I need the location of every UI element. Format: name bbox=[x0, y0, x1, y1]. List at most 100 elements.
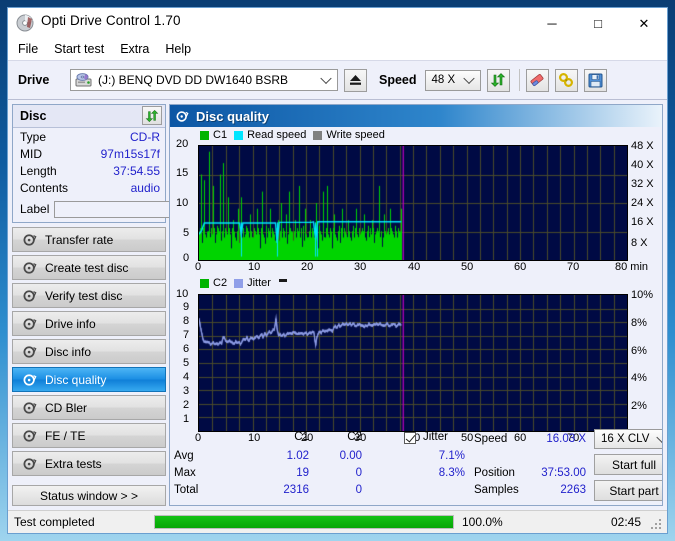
legend-swatch-jitter bbox=[234, 278, 244, 288]
sidebar-item-drive-info[interactable]: Drive info bbox=[12, 311, 166, 336]
maximize-button[interactable]: □ bbox=[575, 8, 621, 38]
chart2-ytick-left: 5 bbox=[183, 357, 190, 369]
stats-samples-value: 2263 bbox=[560, 484, 586, 496]
erase-button[interactable] bbox=[525, 68, 549, 92]
disc-quality-panel: Disc quality C1 Read speed Write speed 2… bbox=[169, 104, 663, 506]
chart1-ytick-right: 16 X bbox=[631, 216, 654, 228]
chart2-ytick-right: 6% bbox=[631, 345, 647, 357]
maximize-icon: □ bbox=[594, 15, 602, 31]
stats-c2-max: 0 bbox=[355, 467, 362, 479]
stats-c1-max: 19 bbox=[296, 467, 309, 479]
start-full-button[interactable]: Start full bbox=[594, 454, 662, 475]
status-text: Test completed bbox=[14, 515, 95, 529]
chevron-down-icon bbox=[462, 72, 475, 85]
sidebar-item-cd-bler[interactable]: CD Bler bbox=[12, 395, 166, 420]
chart1-ytick-left: 5 bbox=[183, 227, 190, 239]
disc-test-icon bbox=[20, 317, 40, 331]
progress-bar-fill bbox=[155, 516, 453, 528]
sidebar-item-disc-info[interactable]: Disc info bbox=[12, 339, 166, 364]
legend-label-read-speed: Read speed bbox=[247, 129, 307, 141]
bookmark-button[interactable] bbox=[554, 68, 578, 92]
stats-samples-label: Samples bbox=[474, 484, 519, 496]
stats-c1-avg: 1.02 bbox=[286, 450, 309, 462]
chart1-xtick: 70 bbox=[567, 261, 580, 273]
sidebar-item-verify-test-disc[interactable]: Verify test disc bbox=[12, 283, 166, 308]
stats-col-c1: C1 bbox=[294, 431, 309, 443]
sidebar-item-transfer-rate[interactable]: Transfer rate bbox=[12, 227, 166, 252]
disc-row-value: CD-R bbox=[130, 129, 160, 144]
drive-select[interactable]: (J:) BENQ DVD DD DW1640 BSRB bbox=[70, 69, 338, 91]
app-icon bbox=[16, 14, 34, 32]
charts-area: C1 Read speed Write speed 20 15 10 5 0 4… bbox=[170, 127, 662, 505]
legend-label-jitter: Jitter bbox=[247, 277, 271, 289]
refresh-icon bbox=[490, 73, 506, 87]
chart2-ytick-left: 4 bbox=[183, 371, 190, 383]
menu-item-file[interactable]: File bbox=[18, 42, 38, 56]
panel-header: Disc quality bbox=[170, 105, 662, 127]
progress-bar-track bbox=[154, 515, 454, 529]
disc-row-mid: MID 97m15s17f bbox=[13, 145, 165, 162]
menu-item-extra[interactable]: Extra bbox=[120, 42, 149, 56]
sidebar-nav-list: Transfer rate Create test disc Verify te… bbox=[12, 227, 166, 476]
sidebar-item-label: Disc quality bbox=[45, 372, 107, 387]
disc-test-icon bbox=[20, 401, 40, 415]
stats-c1-total: 2316 bbox=[283, 484, 309, 496]
refresh-icon bbox=[145, 109, 159, 122]
stats-row-total: Total bbox=[174, 484, 199, 496]
sidebar-item-label: CD Bler bbox=[45, 400, 88, 415]
speed-select[interactable]: 48 X bbox=[424, 69, 481, 91]
chart2-ytick-left: 8 bbox=[183, 315, 190, 327]
legend-swatch-c1 bbox=[200, 130, 209, 140]
elapsed-time: 02:45 bbox=[610, 515, 641, 529]
write-mode-select[interactable]: 16 X CLV bbox=[594, 429, 662, 449]
minimize-icon: ─ bbox=[547, 15, 557, 31]
drive-toolbar: Drive (J:) BENQ DVD DD DW1640 BSRB Speed… bbox=[8, 60, 667, 100]
minimize-button[interactable]: ─ bbox=[529, 8, 575, 38]
sidebar-item-label: Drive info bbox=[45, 316, 96, 331]
chart1-plot bbox=[198, 145, 628, 261]
disc-refresh-button[interactable] bbox=[142, 106, 162, 125]
sidebar-item-disc-quality[interactable]: Disc quality bbox=[12, 367, 166, 392]
stats-speed-label: Speed bbox=[474, 433, 508, 445]
disc-row-key: Length bbox=[20, 163, 57, 178]
progress-percent: 100.0% bbox=[462, 515, 503, 529]
disc-row-key: MID bbox=[20, 146, 42, 161]
disc-row-type: Type CD-R bbox=[13, 128, 165, 145]
sidebar-item-extra-tests[interactable]: Extra tests bbox=[12, 451, 166, 476]
chart1-xtick: 60 bbox=[514, 261, 527, 273]
chart1-xtick: 30 bbox=[354, 261, 367, 273]
chart1-ytick-left: 10 bbox=[176, 197, 189, 209]
title-bar: Opti Drive Control 1.70 ─ □ ✕ bbox=[8, 8, 667, 38]
chart1-ytick-left: 15 bbox=[176, 167, 189, 179]
resize-grip[interactable] bbox=[651, 519, 662, 530]
chart1-canvas bbox=[199, 146, 627, 260]
sidebar-item-label: Transfer rate bbox=[45, 232, 114, 247]
write-mode-value: 16 X CLV bbox=[601, 433, 650, 445]
start-part-label: Start part bbox=[609, 483, 659, 498]
chain-link-icon bbox=[559, 72, 574, 88]
chart1-ytick-right: 32 X bbox=[631, 178, 654, 190]
menu-item-start-test[interactable]: Start test bbox=[54, 42, 104, 56]
refresh-button[interactable] bbox=[486, 68, 510, 92]
disc-test-icon bbox=[20, 457, 40, 471]
stats-c2-total: 0 bbox=[355, 484, 362, 496]
close-button[interactable]: ✕ bbox=[621, 8, 667, 38]
start-part-button[interactable]: Start part bbox=[594, 480, 662, 501]
disc-test-icon bbox=[20, 429, 40, 443]
disc-row-value: 97m15s17f bbox=[100, 146, 160, 161]
save-button[interactable] bbox=[583, 68, 607, 92]
sidebar-item-create-test-disc[interactable]: Create test disc bbox=[12, 255, 166, 280]
jitter-checkbox[interactable] bbox=[404, 432, 416, 444]
menu-item-help[interactable]: Help bbox=[165, 42, 191, 56]
status-window-button[interactable]: Status window > > bbox=[12, 485, 166, 506]
chart2-ytick-right: 10% bbox=[631, 289, 654, 301]
sidebar-item-fe-te[interactable]: FE / TE bbox=[12, 423, 166, 448]
eject-button[interactable] bbox=[344, 68, 367, 92]
chart1-xtick: 80 min bbox=[615, 261, 649, 273]
stats-jitter-avg: 7.1% bbox=[438, 450, 465, 462]
app-window: Opti Drive Control 1.70 ─ □ ✕ File Start… bbox=[7, 7, 668, 534]
chart2-ytick-left: 9 bbox=[183, 301, 190, 313]
legend-label-c1: C1 bbox=[213, 129, 228, 141]
status-window-label: Status window > > bbox=[39, 488, 139, 503]
disc-panel-title: Disc bbox=[20, 109, 47, 123]
